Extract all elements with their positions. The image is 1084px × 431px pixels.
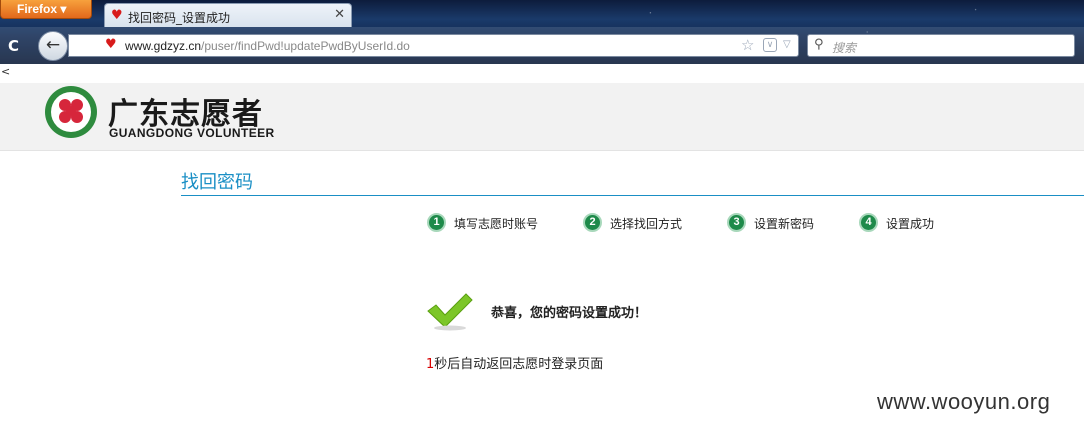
site-header: 广东志愿者 GUANGDONG VOLUNTEER bbox=[0, 83, 1084, 151]
close-icon[interactable]: ✕ bbox=[334, 7, 345, 22]
navigation-toolbar: C ♥ www.gdzyz.cn/puser/findPwd!updatePwd… bbox=[0, 27, 1084, 64]
step-label: 填写志愿时账号 bbox=[454, 217, 539, 231]
step-number: 1 bbox=[427, 213, 446, 232]
dropdown-icon[interactable]: ▽ bbox=[783, 39, 791, 50]
countdown-text: 1秒后自动返回志愿时登录页面 bbox=[426, 353, 603, 372]
success-message: 恭喜，您的密码设置成功！ bbox=[491, 306, 648, 321]
page-title: 找回密码 bbox=[181, 172, 253, 193]
tab-active[interactable]: ♥ 找回密码_设置成功 ✕ bbox=[104, 3, 352, 27]
page-title-bar: 找回密码 bbox=[181, 168, 1084, 196]
step-number: 4 bbox=[859, 213, 878, 232]
browser-chrome: Firefox ▾ ♥ 找回密码_设置成功 ✕ C ♥ www.gdzyz.cn… bbox=[0, 0, 1084, 64]
url-path: /puser/findPwd!updatePwdByUserId.do bbox=[201, 39, 410, 53]
bookmark-star-icon[interactable]: ☆ bbox=[741, 36, 754, 54]
pocket-icon[interactable]: ∨ bbox=[763, 38, 777, 52]
key-icon[interactable] bbox=[75, 37, 79, 52]
url-text[interactable]: www.gdzyz.cn/puser/findPwd!updatePwdByUs… bbox=[125, 39, 410, 53]
url-bar[interactable]: ♥ www.gdzyz.cn/puser/findPwd!updatePwdBy… bbox=[68, 34, 799, 57]
search-icon: ⚲ bbox=[814, 37, 824, 52]
reload-icon[interactable]: C bbox=[8, 37, 19, 55]
stray-text: < bbox=[1, 65, 11, 78]
step-number: 2 bbox=[583, 213, 602, 232]
step-label: 选择找回方式 bbox=[610, 217, 683, 231]
logo-emblem-icon[interactable] bbox=[43, 84, 99, 140]
firefox-menu-button[interactable]: Firefox ▾ bbox=[0, 0, 92, 19]
logo-english-text: GUANGDONG VOLUNTEER bbox=[109, 126, 275, 140]
back-arrow-icon[interactable]: ← bbox=[38, 31, 68, 61]
step-label: 设置成功 bbox=[886, 217, 935, 231]
url-host: www.gdzyz.cn bbox=[125, 39, 202, 53]
search-placeholder: 搜索 bbox=[832, 41, 857, 55]
checkmark-icon bbox=[427, 293, 473, 331]
tab-title: 找回密码_设置成功 bbox=[128, 11, 231, 25]
step-label: 设置新密码 bbox=[754, 217, 815, 231]
heart-favicon-icon: ♥ bbox=[105, 37, 117, 52]
countdown-label: 秒后自动返回志愿时登录页面 bbox=[434, 357, 604, 372]
step-number: 3 bbox=[727, 213, 746, 232]
watermark: www.wooyun.org bbox=[877, 389, 1051, 414]
search-input[interactable]: ⚲ 搜索 bbox=[807, 34, 1075, 57]
heart-favicon-icon: ♥ bbox=[111, 8, 123, 23]
